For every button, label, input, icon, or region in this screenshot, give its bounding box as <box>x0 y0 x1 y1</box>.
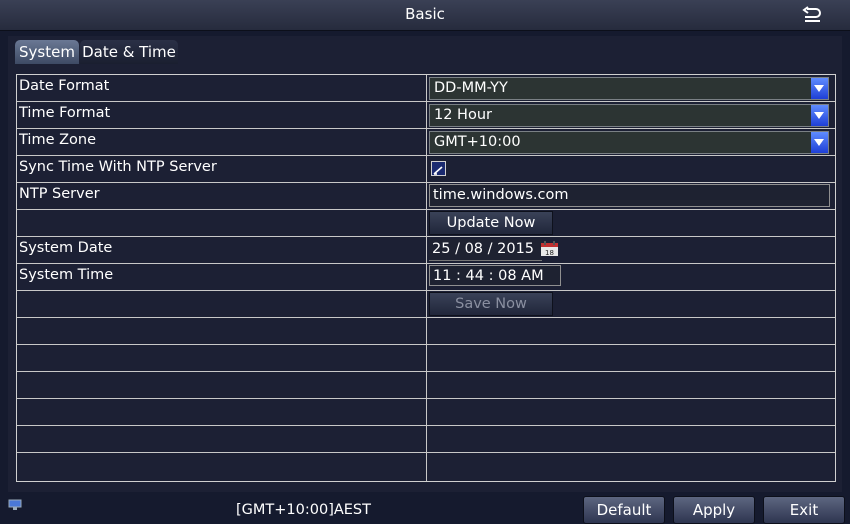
timezone-status: [GMT+10:00]AEST <box>236 502 371 518</box>
update-now-button[interactable]: Update Now <box>429 211 553 235</box>
table-row <box>17 453 835 479</box>
date-separator: / <box>487 241 493 257</box>
system-time-field[interactable]: 11 : 44 : 08 AM <box>429 265 561 286</box>
time-format-value: 12 Hour <box>434 107 492 123</box>
settings-panel: System Date & Time Date Format DD-MM-YY … <box>8 36 842 492</box>
date-month[interactable]: 08 <box>465 241 483 257</box>
ntp-sync-label: Sync Time With NTP Server <box>19 159 217 175</box>
time-zone-value: GMT+10:00 <box>434 134 521 150</box>
calendar-icon[interactable]: 18 <box>540 241 559 257</box>
table-row <box>17 426 835 453</box>
system-date-field[interactable]: 25 / 08 / 2015 <box>429 239 542 261</box>
network-icon <box>8 499 22 510</box>
table-row <box>17 372 835 399</box>
row-ntp-sync: Sync Time With NTP Server <box>17 156 835 183</box>
system-time-label: System Time <box>19 267 114 283</box>
row-save-now: Save Now <box>17 291 835 318</box>
ntp-server-input[interactable]: time.windows.com <box>429 184 830 207</box>
footer-bar: [GMT+10:00]AEST Default Apply Exit <box>0 492 850 524</box>
row-system-time: System Time 11 : 44 : 08 AM <box>17 264 835 291</box>
row-system-date: System Date 25 / 08 / 2015 18 <box>17 237 835 264</box>
row-time-zone: Time Zone GMT+10:00 <box>17 129 835 156</box>
ntp-sync-checkbox[interactable] <box>431 161 446 176</box>
date-separator: / <box>455 241 460 257</box>
time-format-label: Time Format <box>19 105 111 121</box>
apply-button[interactable]: Apply <box>673 496 755 524</box>
back-arrow-icon[interactable] <box>802 6 822 24</box>
date-format-select[interactable]: DD-MM-YY <box>429 77 829 100</box>
date-day[interactable]: 25 <box>432 241 450 257</box>
row-time-format: Time Format 12 Hour <box>17 102 835 129</box>
ntp-server-value: time.windows.com <box>433 187 569 203</box>
exit-button[interactable]: Exit <box>763 496 845 524</box>
table-row <box>17 318 835 345</box>
date-format-label: Date Format <box>19 78 110 94</box>
window-title: Basic <box>405 5 445 23</box>
default-button[interactable]: Default <box>583 496 665 524</box>
svg-text:18: 18 <box>545 249 554 257</box>
row-update-now: Update Now <box>17 210 835 237</box>
checkmark-icon <box>433 166 443 175</box>
date-year[interactable]: 2015 <box>497 241 534 257</box>
chevron-down-icon[interactable] <box>811 105 828 126</box>
time-zone-label: Time Zone <box>19 132 97 148</box>
save-now-button[interactable]: Save Now <box>429 292 553 316</box>
time-zone-select[interactable]: GMT+10:00 <box>429 131 829 154</box>
row-date-format: Date Format DD-MM-YY <box>17 75 835 102</box>
title-bar: Basic <box>0 0 850 31</box>
date-format-value: DD-MM-YY <box>434 80 508 96</box>
tab-system[interactable]: System <box>15 40 79 64</box>
tab-date-time[interactable]: Date & Time <box>80 40 178 64</box>
table-row <box>17 345 835 372</box>
chevron-down-icon[interactable] <box>811 132 828 153</box>
system-date-label: System Date <box>19 240 113 256</box>
chevron-down-icon[interactable] <box>811 78 828 99</box>
time-format-select[interactable]: 12 Hour <box>429 104 829 127</box>
settings-table: Date Format DD-MM-YY Time Format 12 Hour… <box>16 74 836 482</box>
row-ntp-server: NTP Server time.windows.com <box>17 183 835 210</box>
ntp-server-label: NTP Server <box>19 186 100 202</box>
table-row <box>17 399 835 426</box>
